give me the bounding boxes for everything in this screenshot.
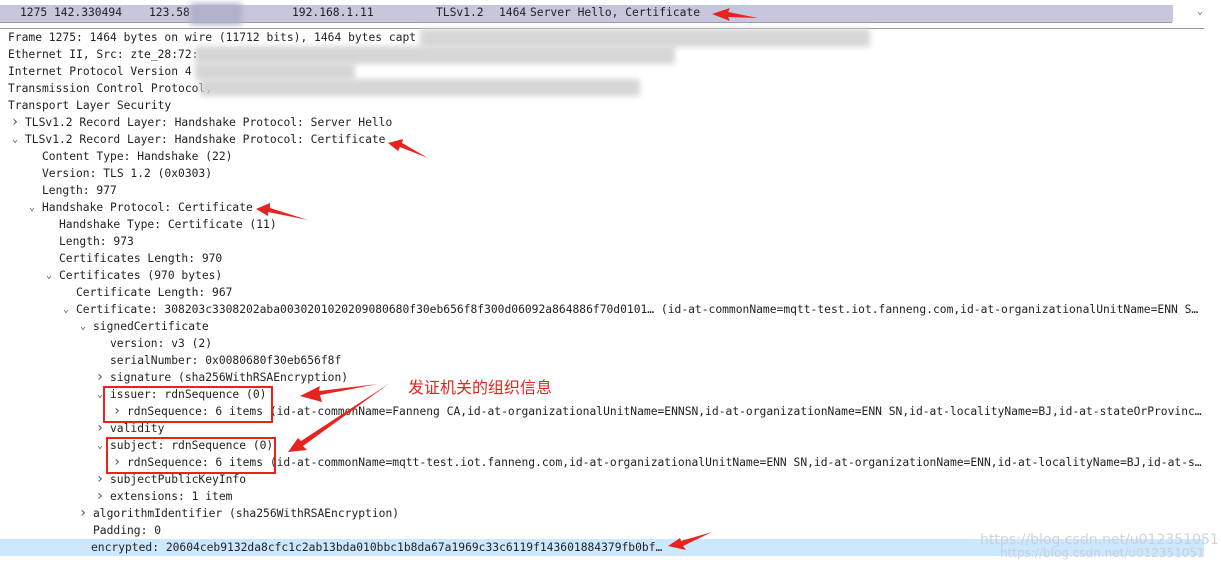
tree-row[interactable]: Internet Protocol Version 4 xyxy=(0,63,1204,80)
chevron-down-icon[interactable]: ⌄ xyxy=(60,301,72,318)
tree-row-label: Certificate: 308203c3308202aba0030201020… xyxy=(76,303,1199,316)
tree-row-label: Certificate Length: 967 xyxy=(76,286,233,299)
tree-row-label: Transmission Control Protocol, xyxy=(8,82,213,95)
tree-row-label: Ethernet II, Src: zte_28:72: xyxy=(8,48,199,61)
tree-row[interactable]: Certificates Length: 970 xyxy=(0,250,1204,267)
redacted-source xyxy=(190,3,242,25)
packet-protocol: TLSv1.2 xyxy=(436,6,484,19)
tree-row-label: version: v3 (2) xyxy=(110,337,213,350)
packet-time: 142.330494 xyxy=(54,6,123,19)
tree-row-label: signature (sha256WithRSAEncryption) xyxy=(110,371,349,384)
tree-row-label: algorithmIdentifier (sha256WithRSAEncryp… xyxy=(93,507,400,520)
tree-row-label: Padding: 0 xyxy=(93,524,162,537)
tree-row-label: rdnSequence: 6 items (id-at-commonName=F… xyxy=(127,405,1202,418)
tree-row[interactable]: Version: TLS 1.2 (0x0303) xyxy=(0,165,1204,182)
tree-row-label: Handshake Protocol: Certificate xyxy=(42,201,253,214)
tree-row-label: Content Type: Handshake (22) xyxy=(42,150,233,163)
chevron-right-icon[interactable]: › xyxy=(9,114,21,131)
tree-row-label: Frame 1275: 1464 bytes on wire (11712 bi… xyxy=(8,31,417,44)
chevron-right-icon[interactable]: › xyxy=(94,471,106,488)
tree-row[interactable]: › algorithmIdentifier (sha256WithRSAEncry… xyxy=(0,505,1204,522)
tree-row[interactable]: Length: 973 xyxy=(0,233,1204,250)
tree-row[interactable]: › signature (sha256WithRSAEncryption) xyxy=(0,369,1204,386)
redacted-frame xyxy=(420,29,870,47)
tree-row[interactable]: Content Type: Handshake (22) xyxy=(0,148,1204,165)
chevron-right-icon[interactable]: › xyxy=(77,505,89,522)
packet-source: 123.58 xyxy=(149,6,190,19)
tree-row[interactable]: Transport Layer Security xyxy=(0,97,1204,114)
watermark-2: https://blog.csdn.net/u012351051 xyxy=(1000,546,1205,560)
tree-row-label: Certificates (970 bytes) xyxy=(59,269,223,282)
tree-row[interactable]: ⌄ Handshake Protocol: Certificate xyxy=(0,199,1204,216)
tree-row[interactable]: Certificate Length: 967 xyxy=(0,284,1204,301)
tree-row-label: TLSv1.2 Record Layer: Handshake Protocol… xyxy=(25,133,386,146)
tree-row-label: Certificates Length: 970 xyxy=(59,252,223,265)
annotation-label: 发证机关的组织信息 xyxy=(408,378,553,397)
tree-row[interactable]: serialNumber: 0x0080680f30eb656f8f xyxy=(0,352,1204,369)
chevron-right-icon[interactable]: › xyxy=(94,488,106,505)
packet-details-tree: Frame 1275: 1464 bytes on wire (11712 bi… xyxy=(0,28,1204,562)
tree-row-label: rdnSequence: 6 items (id-at-commonName=m… xyxy=(127,456,1202,469)
tree-row-label: Handshake Type: Certificate (11) xyxy=(59,218,277,231)
issuer-highlight-box xyxy=(103,386,273,423)
selected-packet-row[interactable]: 1275 142.330494 123.58 192.168.1.11 TLSv… xyxy=(0,5,1172,23)
tree-row[interactable]: Handshake Type: Certificate (11) xyxy=(0,216,1204,233)
tree-row[interactable]: ⌄ Certificates (970 bytes) xyxy=(0,267,1204,284)
redacted-ip xyxy=(195,63,355,80)
scrollbar-box[interactable] xyxy=(1172,5,1195,22)
chevron-down-icon[interactable]: ⌄ xyxy=(9,131,21,148)
tree-row-label: encrypted: 20604ceb9132da8cfc1c2ab13bda0… xyxy=(91,541,663,554)
tree-row-label: Version: TLS 1.2 (0x0303) xyxy=(42,167,213,180)
chevron-down-icon[interactable]: ⌄ xyxy=(1197,6,1203,17)
tree-row[interactable]: ⌄ Certificate: 308203c3308202aba003020102… xyxy=(0,301,1204,318)
tree-row-label: extensions: 1 item xyxy=(110,490,233,503)
tree-row-label: signedCertificate xyxy=(93,320,209,333)
tree-row-label: Length: 973 xyxy=(59,235,134,248)
tree-row[interactable]: ⌄ signedCertificate xyxy=(0,318,1204,335)
tree-row-label: Internet Protocol Version 4 xyxy=(8,65,192,78)
redacted-tcp xyxy=(200,79,640,96)
tree-row[interactable]: version: v3 (2) xyxy=(0,335,1204,352)
tree-row-label: TLSv1.2 Record Layer: Handshake Protocol… xyxy=(25,116,393,129)
packet-info: Server Hello, Certificate xyxy=(530,6,701,19)
packet-destination: 192.168.1.11 xyxy=(292,6,374,19)
chevron-down-icon[interactable]: ⌄ xyxy=(77,318,89,335)
tree-row-label: Length: 977 xyxy=(42,184,117,197)
chevron-down-icon[interactable]: ⌄ xyxy=(94,437,106,454)
chevron-right-icon[interactable]: › xyxy=(94,369,106,386)
tree-row-label: serialNumber: 0x0080680f30eb656f8f xyxy=(110,354,342,367)
tree-row-label: Transport Layer Security xyxy=(8,99,172,112)
packet-no: 1275 xyxy=(20,6,48,19)
tree-row[interactable]: Length: 977 xyxy=(0,182,1204,199)
tree-row[interactable]: › extensions: 1 item xyxy=(0,488,1204,505)
tree-row[interactable]: ⌄ TLSv1.2 Record Layer: Handshake Protoco… xyxy=(0,131,1204,148)
redacted-ethernet xyxy=(195,46,675,64)
subject-highlight-box xyxy=(106,437,276,474)
tree-row[interactable]: › TLSv1.2 Record Layer: Handshake Protoco… xyxy=(0,114,1204,131)
chevron-down-icon[interactable]: ⌄ xyxy=(43,267,55,284)
packet-length: 1464 xyxy=(499,6,527,19)
chevron-down-icon[interactable]: ⌄ xyxy=(26,199,38,216)
